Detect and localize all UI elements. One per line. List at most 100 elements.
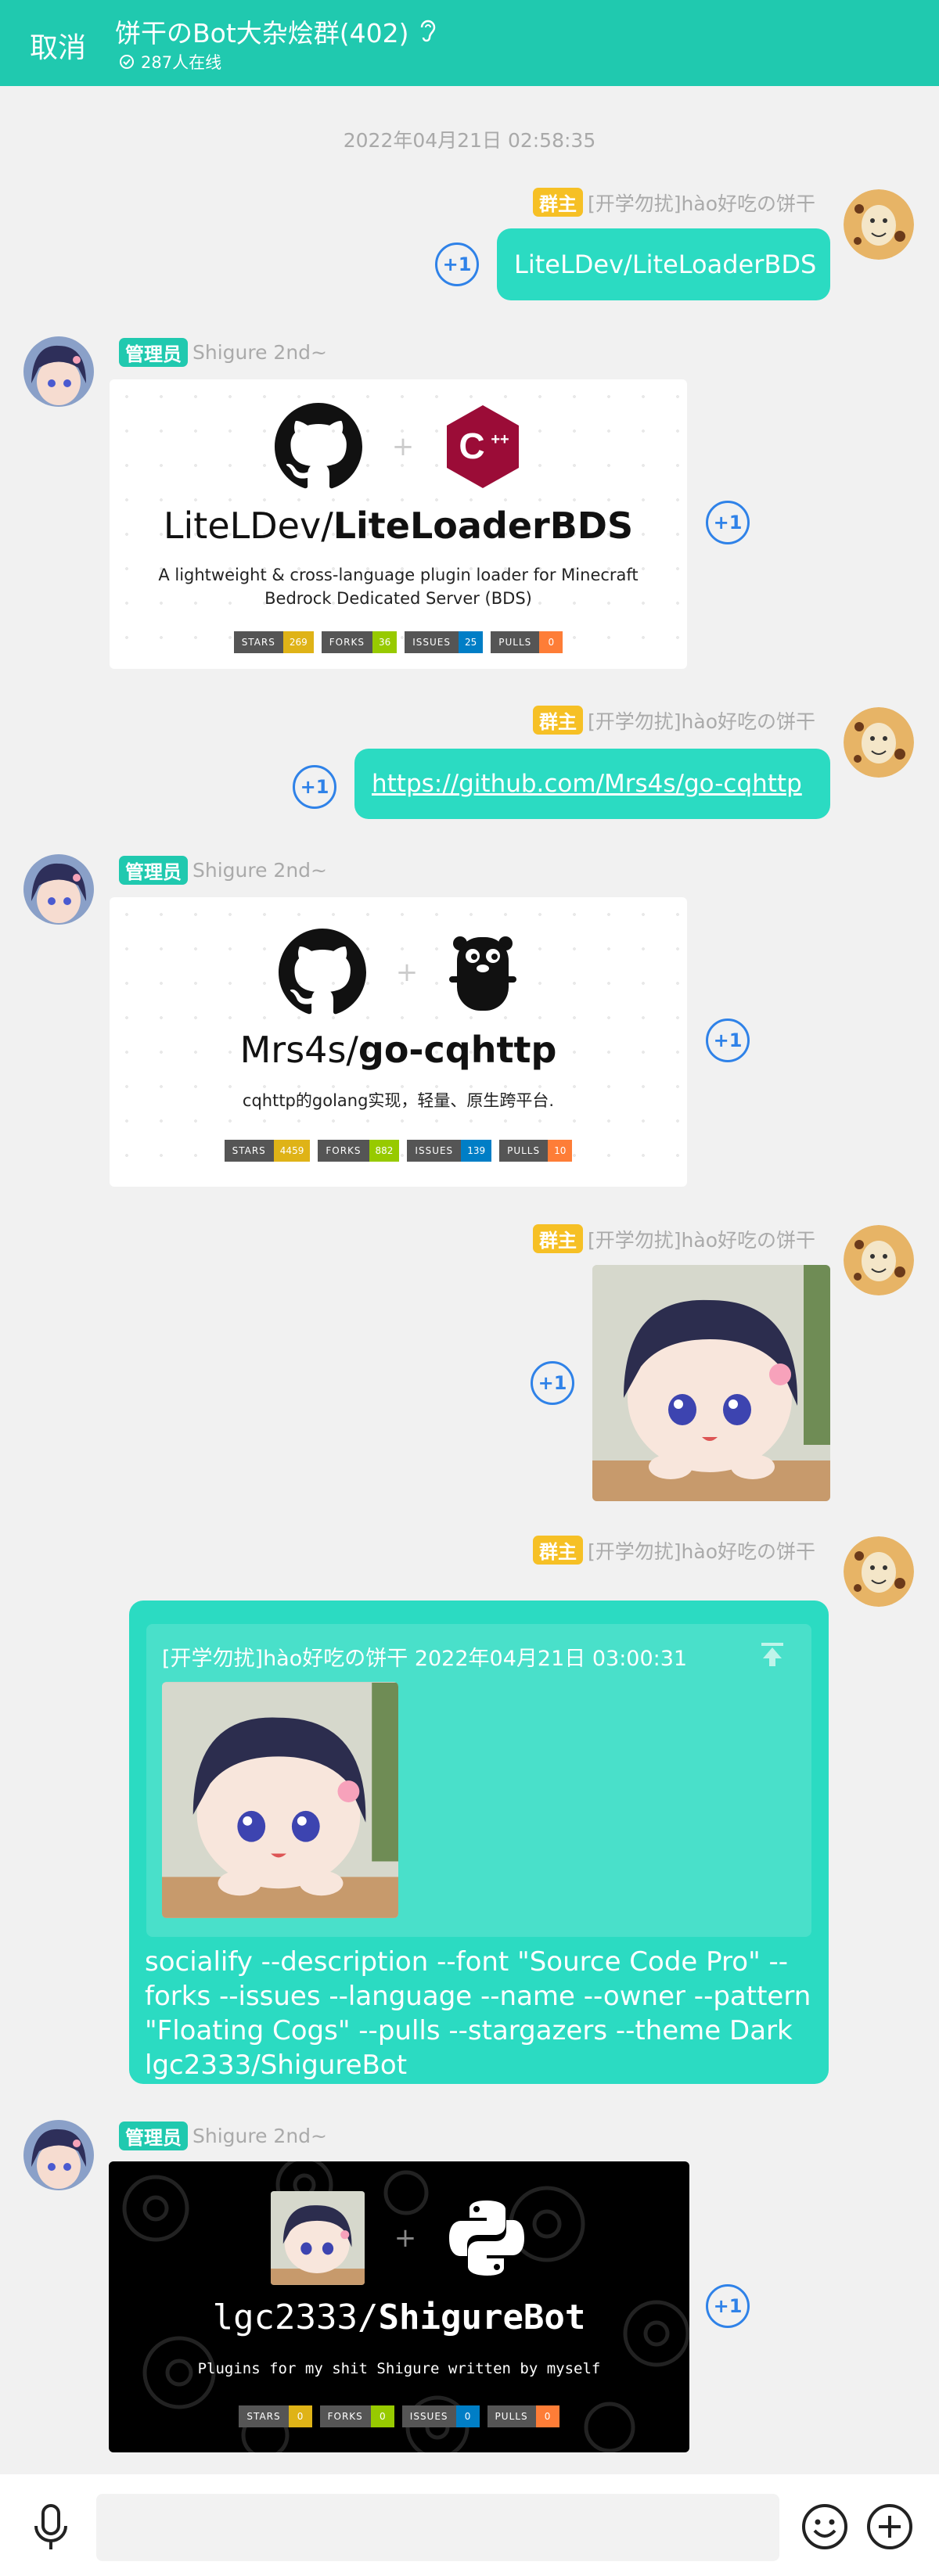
stat-label: FORKS [319, 2405, 371, 2427]
avatar[interactable] [23, 854, 94, 925]
sender-name: [开学勿扰]hào好吃の饼干 [588, 1539, 815, 1563]
github-icon [274, 403, 362, 489]
repo-card[interactable]: + C ++ LiteLDev/LiteLoaderBDS A lightweig… [110, 379, 687, 669]
online-count: 287人在线 [141, 53, 222, 72]
message-bubble[interactable]: https://github.com/Mrs4s/go-cqhttp [354, 749, 830, 819]
avatar[interactable] [844, 189, 914, 260]
repo-stats: STARS 0 FORKS 0 ISSUES 0 PULLS 0 [109, 2405, 689, 2427]
card-logos: + [110, 929, 687, 1016]
admin-badge: 管理员 [119, 856, 188, 885]
stat-badge-stars: STARS 269 [233, 631, 314, 653]
message-link[interactable]: https://github.com/Mrs4s/go-cqhttp [354, 749, 830, 819]
message-input[interactable] [96, 2494, 779, 2561]
online-check-icon [120, 55, 134, 69]
github-icon [278, 929, 366, 1015]
stat-label: STARS [239, 2405, 289, 2427]
sender-info: 群主 [开学勿扰]hào好吃の饼干 [533, 1224, 815, 1253]
plus-one-button[interactable]: +1 [706, 1019, 750, 1062]
owner-badge: 群主 [533, 188, 584, 217]
sender-name: Shigure 2nd~ [192, 341, 327, 364]
cpp-icon: C ++ [447, 405, 520, 488]
message-bubble[interactable]: LiteLDev/LiteLoaderBDS [497, 228, 830, 300]
stat-label: FORKS [321, 631, 372, 653]
stat-value: 4459 [273, 1140, 311, 1162]
repo-owner: lgc2333/ [212, 2298, 379, 2337]
sender-info: 群主 [开学勿扰]hào好吃の饼干 [533, 706, 815, 735]
stat-badge-pulls: PULLS 10 [499, 1140, 573, 1162]
stat-badge-issues: ISSUES 139 [407, 1140, 492, 1162]
stat-label: FORKS [318, 1140, 369, 1162]
add-icon[interactable] [865, 2502, 914, 2551]
repo-name: go-cqhttp [358, 1029, 557, 1071]
stat-value: 36 [372, 631, 398, 653]
quoted-message[interactable]: [开学勿扰]hào好吃の饼干 2022年04月21日 03:00:31 [146, 1624, 811, 1937]
reply-bubble[interactable]: [开学勿扰]hào好吃の饼干 2022年04月21日 03:00:31 soci… [129, 1601, 829, 2084]
plus-one-button[interactable]: +1 [531, 1361, 574, 1405]
stat-value: 10 [548, 1140, 573, 1162]
plus-one-button[interactable]: +1 [435, 243, 479, 286]
repo-avatar [270, 2191, 365, 2285]
chat-title-row: 饼干のBot大杂烩群(402) [115, 13, 439, 50]
stat-value: 0 [539, 631, 563, 653]
repo-title: Mrs4s/go-cqhttp [110, 1029, 687, 1071]
chat-title: 饼干のBot大杂烩群(402) [115, 18, 409, 49]
ear-icon[interactable] [417, 18, 439, 45]
admin-badge: 管理员 [119, 338, 188, 367]
stat-badge-forks: FORKS 0 [319, 2405, 394, 2427]
stat-value: 882 [369, 1140, 400, 1162]
stat-badge-issues: ISSUES 25 [405, 631, 484, 653]
sender-name: Shigure 2nd~ [192, 2125, 327, 2147]
stat-value: 0 [535, 2405, 559, 2427]
avatar[interactable] [23, 336, 94, 407]
emoji-icon[interactable] [800, 2502, 849, 2551]
quoted-image[interactable] [162, 1682, 398, 1918]
repo-title: LiteLDev/LiteLoaderBDS [110, 505, 687, 547]
message-timestamp: 2022年04月21日 02:58:35 [343, 129, 596, 152]
repo-card[interactable]: + Mrs4s/go-cqhttp cqhttp的golang实现，轻量、原生跨… [110, 897, 687, 1187]
gopher-icon [449, 936, 517, 1011]
cancel-button[interactable]: 取消 [30, 25, 86, 66]
repo-stats: STARS 269 FORKS 36 ISSUES 25 PULLS 0 [110, 631, 687, 653]
image-message[interactable] [592, 1265, 830, 1501]
svg-text:++: ++ [491, 431, 509, 448]
sender-info: 管理员 Shigure 2nd~ [119, 856, 327, 885]
stat-value: 0 [455, 2405, 480, 2427]
plus-one-button[interactable]: +1 [293, 765, 336, 809]
repo-name: LiteLoaderBDS [333, 505, 634, 547]
repo-description: Plugins for my shit Shigure written by m… [197, 2360, 601, 2377]
stat-badge-pulls: PULLS 0 [487, 2405, 559, 2427]
plus-sign: + [395, 957, 419, 988]
plus-one-button[interactable]: +1 [706, 2284, 750, 2328]
plus-sign: + [391, 431, 415, 462]
repo-owner: Mrs4s/ [239, 1029, 358, 1071]
stat-label: ISSUES [401, 2405, 456, 2427]
avatar[interactable] [844, 1225, 914, 1295]
repo-name: ShigureBot [378, 2298, 586, 2337]
pin-top-icon[interactable] [760, 1641, 785, 1668]
stat-badge-forks: FORKS 882 [318, 1140, 400, 1162]
mic-icon[interactable] [31, 2502, 70, 2553]
avatar[interactable] [23, 2120, 94, 2190]
quote-header: [开学勿扰]hào好吃の饼干 2022年04月21日 03:00:31 [162, 1647, 688, 1671]
sender-name: [开学勿扰]hào好吃の饼干 [588, 1228, 815, 1252]
card-logos: + C ++ [110, 403, 687, 490]
sender-name: Shigure 2nd~ [192, 859, 327, 882]
sender-info: 群主 [开学勿扰]hào好吃の饼干 [533, 188, 815, 217]
sender-name: [开学勿扰]hào好吃の饼干 [588, 710, 815, 733]
stat-badge-issues: ISSUES 0 [401, 2405, 480, 2427]
stat-badge-stars: STARS 0 [239, 2405, 312, 2427]
repo-card[interactable]: + lgc2333/ShigureBot Plugins for my shit… [109, 2161, 689, 2452]
stat-badge-forks: FORKS 36 [321, 631, 398, 653]
avatar[interactable] [844, 1536, 914, 1607]
plus-one-button[interactable]: +1 [706, 501, 750, 544]
avatar[interactable] [844, 707, 914, 778]
message-text: socialify --description --font "Source C… [145, 1946, 811, 2081]
input-bar [0, 2474, 939, 2576]
sender-info: 管理员 Shigure 2nd~ [119, 2122, 327, 2150]
stat-value: 139 [461, 1140, 492, 1162]
sender-info: 管理员 Shigure 2nd~ [119, 338, 327, 367]
admin-badge: 管理员 [119, 2122, 188, 2150]
online-status: 287人在线 [119, 50, 221, 74]
stat-value: 269 [282, 631, 314, 653]
stat-label: STARS [224, 1140, 274, 1162]
